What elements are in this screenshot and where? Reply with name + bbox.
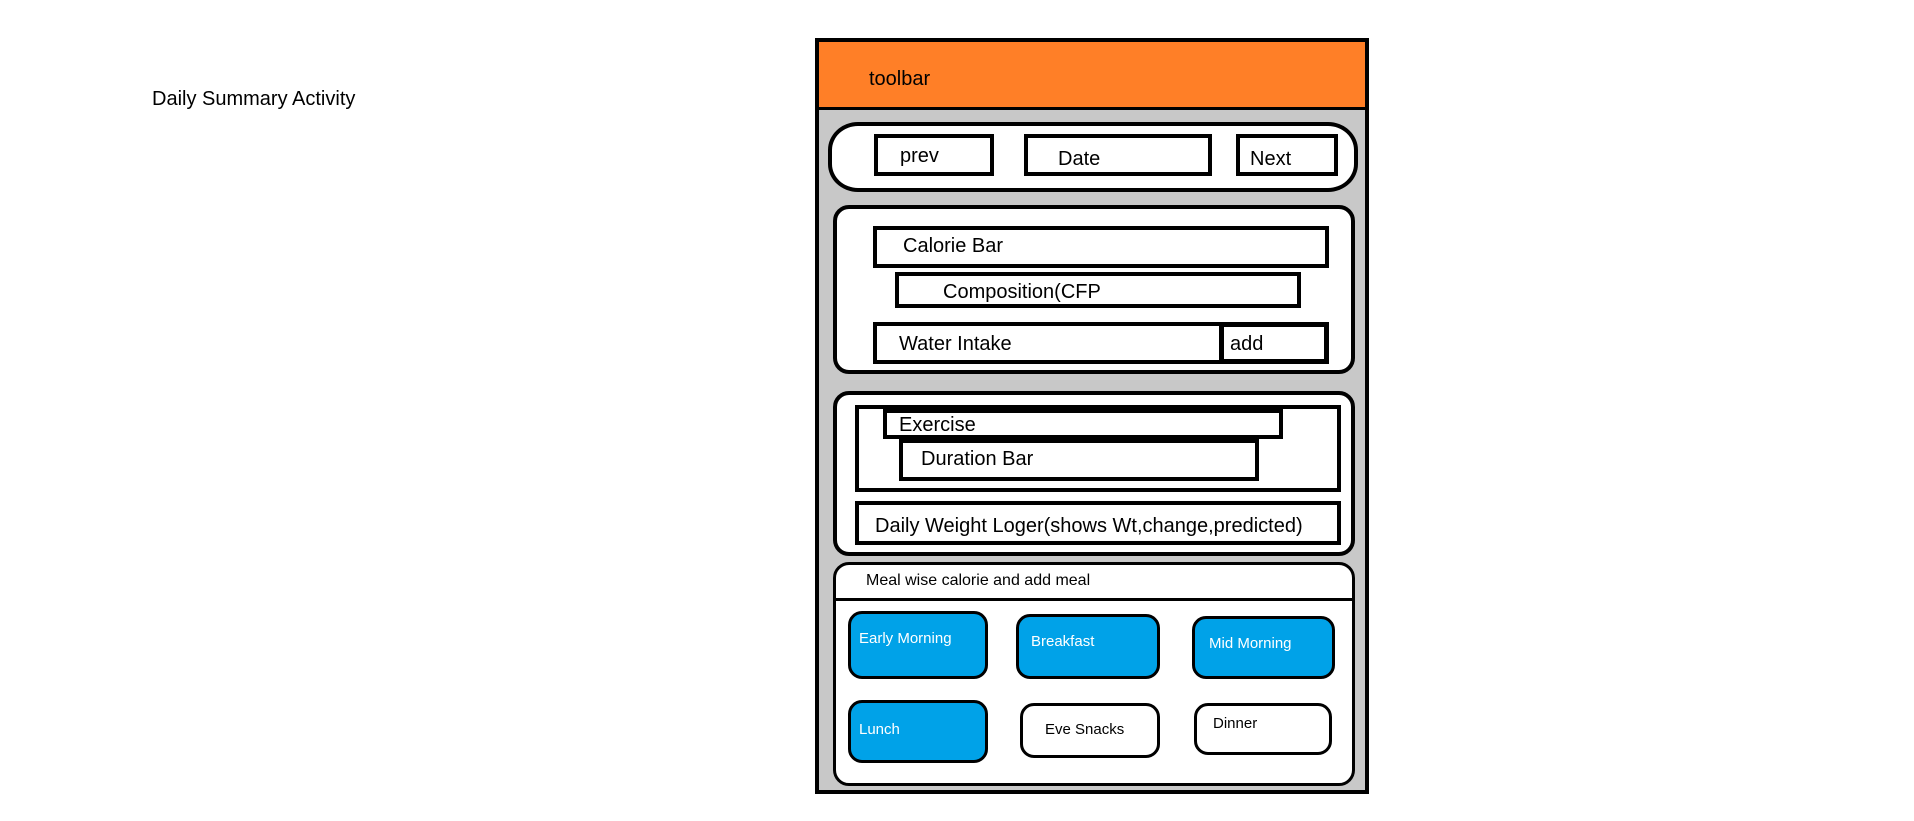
meal-lunch-button[interactable]: Lunch [848,700,988,763]
prev-button[interactable]: prev [874,134,994,176]
toolbar-title: toolbar [869,68,931,90]
nutrition-panel: Calorie Bar Composition(CFP Water Intake… [833,205,1355,374]
page-label: Daily Summary Activity [152,88,356,110]
exercise-bar: Exercise [883,409,1283,439]
toolbar: toolbar [819,42,1365,110]
meal-dinner-button[interactable]: Dinner [1194,703,1332,755]
meals-divider [836,598,1352,601]
meal-early-morning-button[interactable]: Early Morning [848,611,988,679]
next-button[interactable]: Next [1236,134,1338,176]
date-display[interactable]: Date [1024,134,1212,176]
meal-breakfast-button[interactable]: Breakfast [1016,614,1160,679]
phone-frame: toolbar prev Date Next Calorie Bar Compo… [815,38,1369,794]
composition-bar: Composition(CFP [895,272,1301,308]
activity-panel: Exercise Duration Bar Daily Weight Loger… [833,391,1355,556]
meals-header: Meal wise calorie and add meal [866,572,1091,589]
calorie-bar: Calorie Bar [873,226,1329,268]
water-add-button[interactable]: add [1219,322,1329,364]
meals-panel: Meal wise calorie and add meal Early Mor… [833,562,1355,786]
weight-logger[interactable]: Daily Weight Loger(shows Wt,change,predi… [855,501,1341,545]
duration-bar: Duration Bar [899,439,1259,481]
meal-eve-snacks-button[interactable]: Eve Snacks [1020,703,1160,758]
date-nav-panel: prev Date Next [828,122,1358,192]
water-intake-bar: Water Intake [873,322,1223,364]
meal-mid-morning-button[interactable]: Mid Morning [1192,616,1335,679]
